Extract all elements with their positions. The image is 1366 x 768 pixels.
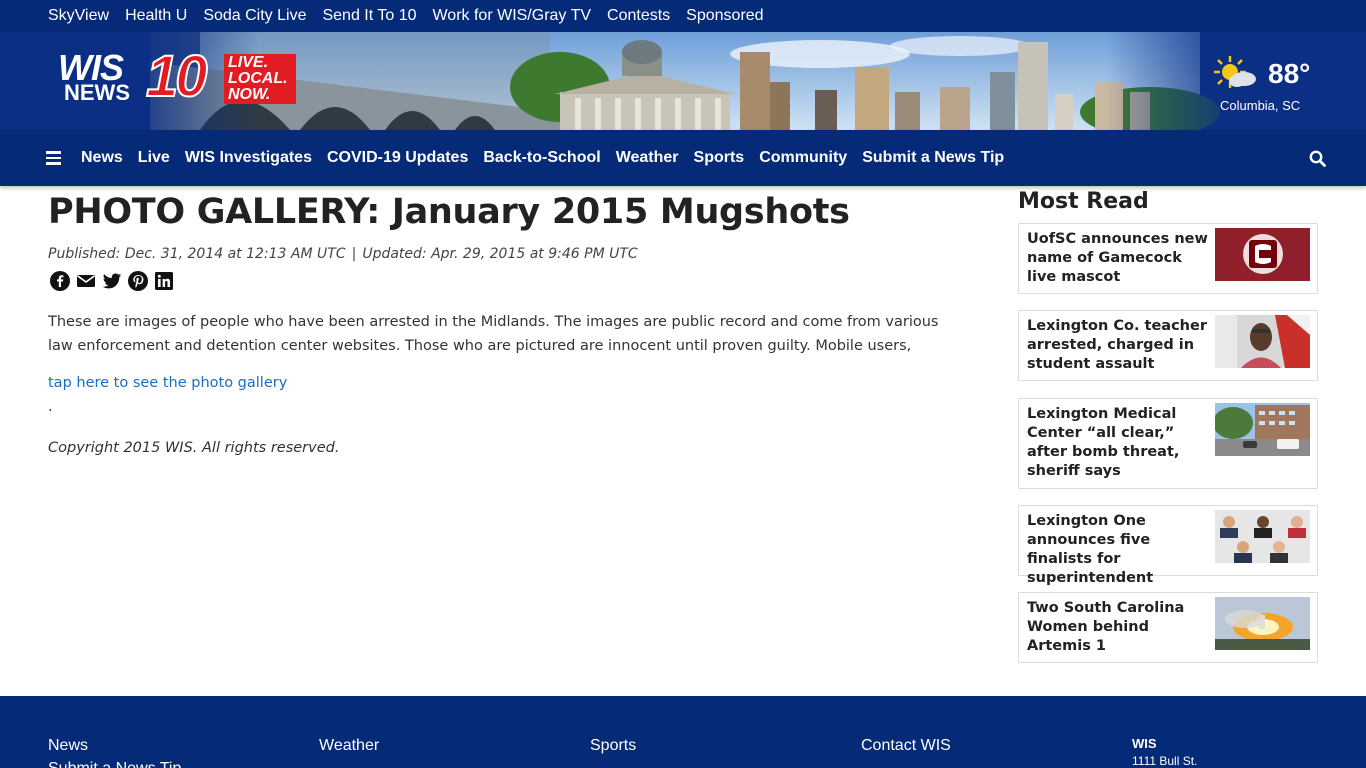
most-read-item[interactable]: Lexington One announces five finalists f… xyxy=(1018,505,1318,586)
utility-link-sponsored[interactable]: Sponsored xyxy=(686,7,763,25)
footer-link-news[interactable]: News xyxy=(48,737,88,755)
most-read-item[interactable]: Lexington Medical Center “all clear,” af… xyxy=(1018,398,1318,489)
footer-station-name: WIS xyxy=(1132,736,1157,751)
linkedin-icon[interactable] xyxy=(154,271,174,291)
nav-item-sports[interactable]: Sports xyxy=(694,149,745,167)
logo-news-text: NEWS xyxy=(64,80,130,105)
article-headline: PHOTO GALLERY: January 2015 Mugshots xyxy=(48,192,850,232)
nav-items: News Live WIS Investigates COVID-19 Upda… xyxy=(81,149,1004,167)
twitter-icon[interactable] xyxy=(102,271,122,291)
photo-gallery-link[interactable]: tap here to see the photo gallery xyxy=(48,375,287,391)
most-read-item-title[interactable]: Lexington Co. teacher arrested, charged … xyxy=(1027,317,1213,374)
logo-ten-text: 10 xyxy=(145,44,208,109)
email-icon[interactable] xyxy=(76,271,96,291)
share-buttons xyxy=(50,271,174,291)
utility-link-skyview[interactable]: SkyView xyxy=(48,7,109,25)
utility-link-health-u[interactable]: Health U xyxy=(125,7,187,25)
most-read-item-title[interactable]: UofSC announces new name of Gamecock liv… xyxy=(1027,230,1213,287)
nav-item-submit-news-tip[interactable]: Submit a News Tip xyxy=(862,149,1004,167)
published-date: Published: Dec. 31, 2014 at 12:13 AM UTC xyxy=(48,246,346,262)
nav-item-back-to-school[interactable]: Back-to-School xyxy=(483,149,600,167)
utility-link-soda-city-live[interactable]: Soda City Live xyxy=(203,7,306,25)
utility-link-contests[interactable]: Contests xyxy=(607,7,670,25)
most-read-item-title[interactable]: Lexington One announces five finalists f… xyxy=(1027,512,1213,588)
weather-widget[interactable]: 88° Columbia, SC xyxy=(1212,52,1322,116)
pinterest-icon[interactable] xyxy=(128,271,148,291)
most-read-heading: Most Read xyxy=(1018,189,1149,214)
most-read-item[interactable]: UofSC announces new name of Gamecock liv… xyxy=(1018,223,1318,294)
main-navigation: News Live WIS Investigates COVID-19 Upda… xyxy=(0,130,1366,186)
footer-link-contact-wis[interactable]: Contact WIS xyxy=(861,737,951,755)
article-timestamps: Published: Dec. 31, 2014 at 12:13 AM UTC… xyxy=(48,246,638,262)
nav-item-wis-investigates[interactable]: WIS Investigates xyxy=(185,149,312,167)
footer-link-submit-news-tip[interactable]: Submit a News Tip xyxy=(48,760,181,768)
timestamp-separator: | xyxy=(351,246,357,262)
mugshot-thumbnail xyxy=(1215,315,1310,368)
most-read-item-title[interactable]: Two South Carolina Women behind Artemis … xyxy=(1027,599,1213,656)
logo-tagline: LIVE. LOCAL. NOW. xyxy=(224,54,296,104)
search-icon[interactable] xyxy=(1309,150,1326,167)
site-footer: News Submit a News Tip Weather Sports Co… xyxy=(0,696,1366,768)
footer-link-sports[interactable]: Sports xyxy=(590,737,636,755)
nav-item-covid-19-updates[interactable]: COVID-19 Updates xyxy=(327,149,468,167)
most-read-item-title[interactable]: Lexington Medical Center “all clear,” af… xyxy=(1027,405,1213,481)
hamburger-menu-icon[interactable] xyxy=(46,151,61,165)
utility-links: SkyView Health U Soda City Live Send It … xyxy=(48,7,764,25)
nav-item-weather[interactable]: Weather xyxy=(616,149,679,167)
utility-link-send-it-to-10[interactable]: Send It To 10 xyxy=(322,7,416,25)
partly-cloudy-icon xyxy=(1214,56,1256,88)
nav-item-news[interactable]: News xyxy=(81,149,123,167)
article-copyright: Copyright 2015 WIS. All rights reserved. xyxy=(48,440,340,456)
trailing-period: . xyxy=(48,399,53,415)
current-temperature: 88° xyxy=(1268,58,1311,89)
medical-center-thumbnail xyxy=(1215,403,1310,456)
rocket-launch-thumbnail xyxy=(1215,597,1310,650)
facebook-icon[interactable] xyxy=(50,271,70,291)
utility-link-work-for-wis[interactable]: Work for WIS/Gray TV xyxy=(432,7,591,25)
footer-address: 1111 Bull St. xyxy=(1132,754,1198,768)
updated-date: Updated: Apr. 29, 2015 at 9:46 PM UTC xyxy=(362,246,638,262)
most-read-item[interactable]: Lexington Co. teacher arrested, charged … xyxy=(1018,310,1318,381)
weather-location: Columbia, SC xyxy=(1220,98,1301,113)
gamecock-logo-thumbnail xyxy=(1215,228,1310,281)
nav-item-community[interactable]: Community xyxy=(759,149,847,167)
wis-news-10-logo[interactable]: WIS NEWS 10 LIVE. LOCAL. NOW. xyxy=(58,47,298,107)
article-body: These are images of people who have been… xyxy=(48,314,939,354)
nav-item-live[interactable]: Live xyxy=(138,149,170,167)
top-utility-bar: SkyView Health U Soda City Live Send It … xyxy=(0,0,1366,32)
finalists-headshots-thumbnail xyxy=(1215,510,1310,563)
most-read-item[interactable]: Two South Carolina Women behind Artemis … xyxy=(1018,592,1318,663)
footer-link-weather[interactable]: Weather xyxy=(319,737,379,755)
